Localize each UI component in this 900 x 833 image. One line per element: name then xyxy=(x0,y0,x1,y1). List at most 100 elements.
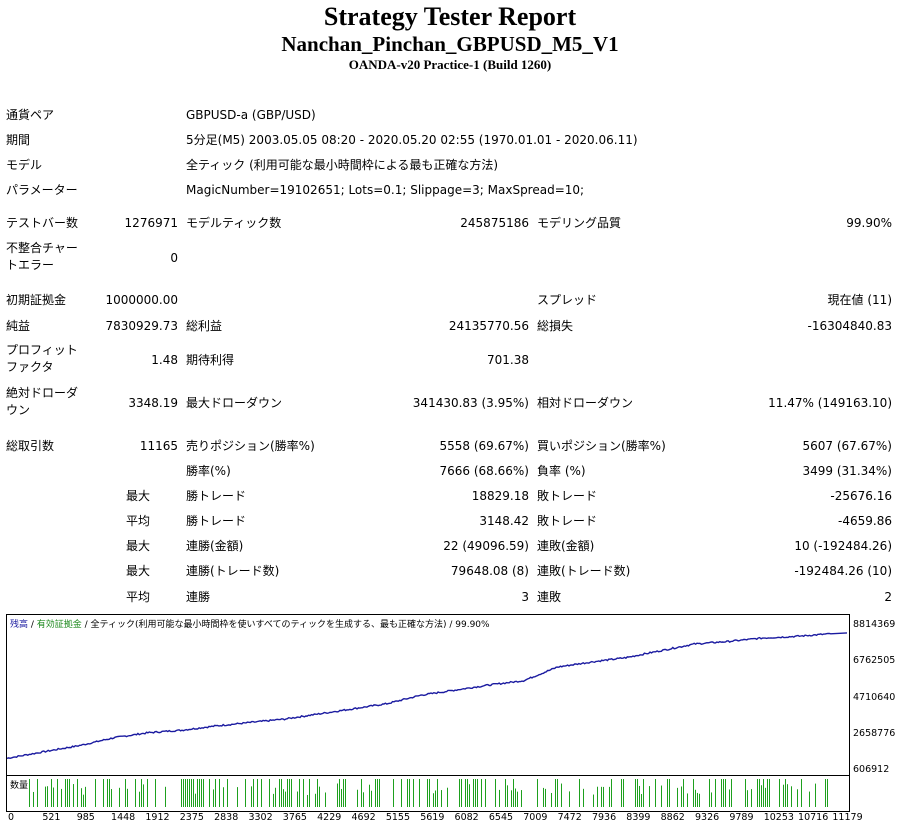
x-tick-label: 3765 xyxy=(282,812,307,823)
volume-bar xyxy=(791,786,792,807)
volume-bar xyxy=(561,783,562,807)
volume-bar xyxy=(125,779,126,807)
volume-bar xyxy=(345,779,346,807)
volume-bar xyxy=(111,789,112,807)
volume-bar xyxy=(693,779,694,807)
max-cons-loss-value: -192484.26 (10) xyxy=(794,564,892,578)
volume-bar xyxy=(603,786,604,807)
volume-bar xyxy=(197,779,198,807)
average-prefix: 平均 xyxy=(125,514,150,528)
avg-cons-wins-label: 連勝 xyxy=(186,590,211,604)
volume-bar xyxy=(757,779,758,807)
volume-bar xyxy=(683,779,684,807)
largest-win-value: 18829.18 xyxy=(471,489,529,503)
volume-bar xyxy=(81,788,82,807)
volume-bar xyxy=(85,786,86,807)
x-tick-label: 9326 xyxy=(695,812,720,823)
volume-bar xyxy=(555,779,556,807)
long-label: 買いポジション(勝率%) xyxy=(537,439,666,453)
volume-bar xyxy=(473,779,474,807)
x-tick-label: 10253 xyxy=(763,812,794,823)
volume-bar xyxy=(227,779,228,807)
trades-value: 11165 xyxy=(139,439,178,453)
x-tick-label: 7009 xyxy=(523,812,548,823)
lossrate-value: 3499 (31.34%) xyxy=(802,464,892,478)
volume-bar xyxy=(637,779,638,807)
volume-bar xyxy=(257,779,258,807)
volume-bar xyxy=(143,784,144,807)
symbol-label: 通貨ペア xyxy=(6,108,55,122)
volume-bar xyxy=(67,779,68,807)
params-value: MagicNumber=19102651; Lots=0.1; Slippage… xyxy=(186,183,585,197)
volume-bar xyxy=(83,794,84,807)
volume-bar xyxy=(551,792,552,807)
volume-bar xyxy=(103,779,104,807)
max-cons-profit-label: 連勝(トレード数) xyxy=(186,564,280,578)
bars-value: 1276971 xyxy=(124,216,178,230)
x-tick-label: 5155 xyxy=(385,812,411,823)
y-tick-label: 8814369 xyxy=(853,619,896,630)
chart-plot xyxy=(7,632,848,807)
gross-profit-label: 総利益 xyxy=(186,319,223,333)
x-tick-label: 7936 xyxy=(591,812,617,823)
volume-bar xyxy=(697,792,698,807)
net-label: 純益 xyxy=(6,319,31,333)
symbol-value: GBPUSD-a (GBP/USD) xyxy=(186,108,316,122)
row-winrate: 勝率(%) 7666 (68.66%) 負率 (%) 3499 (31.34%) xyxy=(0,463,900,483)
avg-win-label: 勝トレード xyxy=(186,514,247,528)
volume-bar xyxy=(597,786,598,807)
server-info: OANDA-v20 Practice-1 (Build 1260) xyxy=(348,57,552,72)
volume-bar xyxy=(269,779,270,807)
volume-bar xyxy=(747,790,748,807)
volume-bar xyxy=(635,779,636,807)
volume-bar xyxy=(181,779,182,807)
volume-bar xyxy=(809,791,810,807)
volume-bar xyxy=(199,779,200,807)
volume-bar xyxy=(601,786,602,807)
volume-bar xyxy=(477,779,478,807)
volume-bar xyxy=(641,793,642,807)
x-tick-label: 2375 xyxy=(179,812,204,823)
row-deposit: 初期証拠金 1000000.00 スプレッド 現在値 (11) xyxy=(0,292,900,312)
volume-bar xyxy=(237,787,238,807)
volume-bar xyxy=(769,779,770,807)
volume-bar xyxy=(609,786,610,807)
y-tick-label: 6762505 xyxy=(853,655,896,667)
abs-dd-label: 絶対ドローダウン xyxy=(6,386,79,417)
mismatch-value: 0 xyxy=(170,251,178,265)
volume-bar xyxy=(517,791,518,807)
volume-bar xyxy=(441,790,442,807)
rel-dd-value: 11.47% (149163.10) xyxy=(768,396,892,410)
x-tick-label: 4229 xyxy=(317,812,342,823)
x-tick-label: 10716 xyxy=(798,812,829,823)
ticks-value: 245875186 xyxy=(460,216,529,230)
volume-bar xyxy=(461,779,462,807)
volume-bar xyxy=(583,788,584,807)
volume-bar xyxy=(419,779,420,807)
volume-bar xyxy=(401,779,402,807)
volume-bar xyxy=(751,789,752,807)
volume-bar xyxy=(371,790,372,807)
volume-bar xyxy=(187,779,188,807)
volume-bar xyxy=(343,779,344,807)
max-cons-prefix: 最大 xyxy=(125,539,150,553)
volume-separator xyxy=(7,775,849,776)
row-drawdown: 絶対ドローダウン 3348.19 最大ドローダウン 341430.83 (3.9… xyxy=(0,385,900,421)
volume-bar xyxy=(339,779,340,807)
volume-bar xyxy=(361,779,362,807)
deposit-label: 初期証拠金 xyxy=(6,293,67,307)
volume-bar xyxy=(363,792,364,807)
max-dd-label: 最大ドローダウン xyxy=(186,396,283,410)
volume-bar xyxy=(369,784,370,807)
report-subtitle: Nanchan_Pinchan_GBPUSD_M5_V1 xyxy=(281,32,619,56)
y-tick-label: 2658776 xyxy=(853,727,896,739)
max-dd-value: 341430.83 (3.95%) xyxy=(412,396,529,410)
row-period: 期間 5分足(M5) 2003.05.05 08:20 - 2020.05.20… xyxy=(0,132,900,152)
volume-bar xyxy=(447,787,448,807)
volume-bar xyxy=(469,784,470,807)
volume-bar xyxy=(767,779,768,807)
max-cons-loss-label: 連敗(トレード数) xyxy=(537,564,631,578)
volume-bar xyxy=(669,779,670,807)
volume-bar xyxy=(507,785,508,807)
row-max-consecutive-count: 最大 連勝(トレード数) 79648.08 (8) 連敗(トレード数) -192… xyxy=(0,563,900,583)
